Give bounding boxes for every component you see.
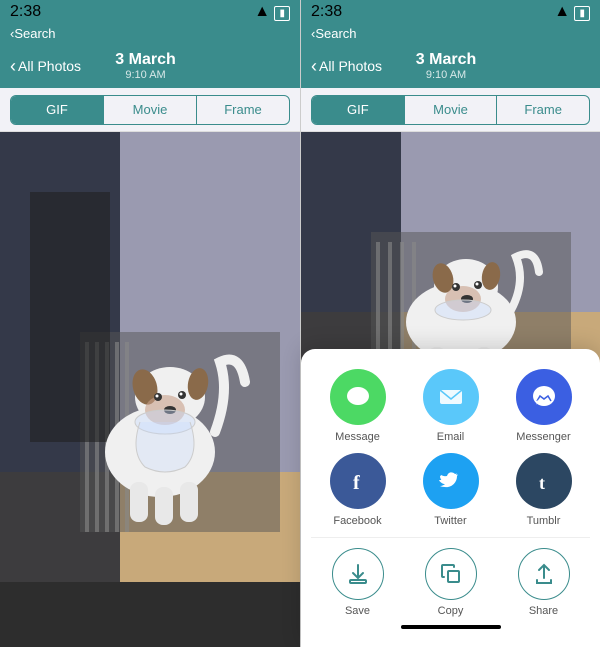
right-segment-movie[interactable]: Movie [405,96,498,124]
facebook-label: Facebook [333,515,381,527]
left-panel: 2:38 ▲ ▮ ‹ Search ‹ All Photos 3 Marc [0,0,300,647]
right-back-label: All Photos [319,58,382,74]
svg-text:f: f [353,472,360,494]
left-title-area: 3 March 9:10 AM [81,51,210,81]
share-label: Share [529,605,558,617]
right-segment-frame[interactable]: Frame [497,96,589,124]
share-sheet: Message Email Messenger f Facebo [301,349,600,647]
share-item-messenger[interactable]: Messenger [504,369,584,443]
share-item-tumblr[interactable]: t Tumblr [504,453,584,527]
right-nav-title: 3 March [416,51,476,69]
left-photo-area [0,132,300,647]
facebook-icon: f [330,453,386,509]
messenger-label: Messenger [516,431,570,443]
left-segment-bar: GIF Movie Frame [0,88,300,132]
right-segment-gif[interactable]: GIF [312,96,405,124]
messenger-icon [516,369,572,425]
left-nav-subtitle: 9:10 AM [125,69,165,81]
wifi-icon: ▲ [254,3,270,20]
left-back-chevron: ‹ [10,57,16,75]
left-nav-bar: ‹ All Photos 3 March 9:10 AM [0,44,300,88]
right-wifi-icon: ▲ [554,3,570,20]
action-save[interactable]: Save [323,548,393,617]
left-time: 2:38 [10,3,41,21]
save-icon [332,548,384,600]
right-battery-icon: ▮ [574,6,590,21]
battery-icon: ▮ [274,6,290,21]
left-segment-movie[interactable]: Movie [104,96,197,124]
right-back-chevron: ‹ [311,57,317,75]
home-bar [401,625,501,629]
share-item-twitter[interactable]: Twitter [411,453,491,527]
right-nav-subtitle: 9:10 AM [426,69,466,81]
share-icon [518,548,570,600]
share-action-row: Save Copy Share [311,537,590,617]
share-item-facebook[interactable]: f Facebook [318,453,398,527]
email-label: Email [437,431,465,443]
share-item-email[interactable]: Email [411,369,491,443]
action-share[interactable]: Share [509,548,579,617]
left-status-bar: 2:38 ▲ ▮ ‹ Search [0,0,300,44]
tumblr-label: Tumblr [527,515,561,527]
action-copy[interactable]: Copy [416,548,486,617]
right-segment-bar: GIF Movie Frame [301,88,600,132]
left-segment-frame[interactable]: Frame [197,96,289,124]
message-label: Message [335,431,380,443]
share-item-message[interactable]: Message [318,369,398,443]
right-time: 2:38 [311,3,342,21]
home-indicator [311,617,590,637]
tumblr-icon: t [516,453,572,509]
left-nav-title: 3 March [115,51,175,69]
left-dog-image [0,132,300,582]
right-back-button[interactable]: ‹ All Photos [311,57,382,75]
right-search-label[interactable]: Search [315,26,356,41]
copy-label: Copy [438,605,464,617]
right-nav-bar: ‹ All Photos 3 March 9:10 AM [301,44,600,88]
right-segment-control: GIF Movie Frame [311,95,590,125]
svg-text:t: t [539,473,545,493]
right-status-icons: ▲ ▮ [554,3,590,21]
left-search-label[interactable]: Search [14,26,55,41]
message-icon [330,369,386,425]
right-dog-image [301,132,600,382]
share-row-2: f Facebook Twitter t Tumblr [311,453,590,527]
twitter-label: Twitter [434,515,466,527]
twitter-icon [423,453,479,509]
email-icon [423,369,479,425]
copy-icon [425,548,477,600]
share-row-1: Message Email Messenger [311,369,590,443]
left-back-label: All Photos [18,58,81,74]
right-title-area: 3 March 9:10 AM [382,51,510,81]
left-segment-control: GIF Movie Frame [10,95,290,125]
left-back-button[interactable]: ‹ All Photos [10,57,81,75]
left-status-icons: ▲ ▮ [254,3,290,21]
left-segment-gif[interactable]: GIF [11,96,104,124]
save-label: Save [345,605,370,617]
right-panel: 2:38 ▲ ▮ ‹ Search ‹ All Photos 3 Marc [301,0,600,647]
right-status-bar: 2:38 ▲ ▮ ‹ Search [301,0,600,44]
